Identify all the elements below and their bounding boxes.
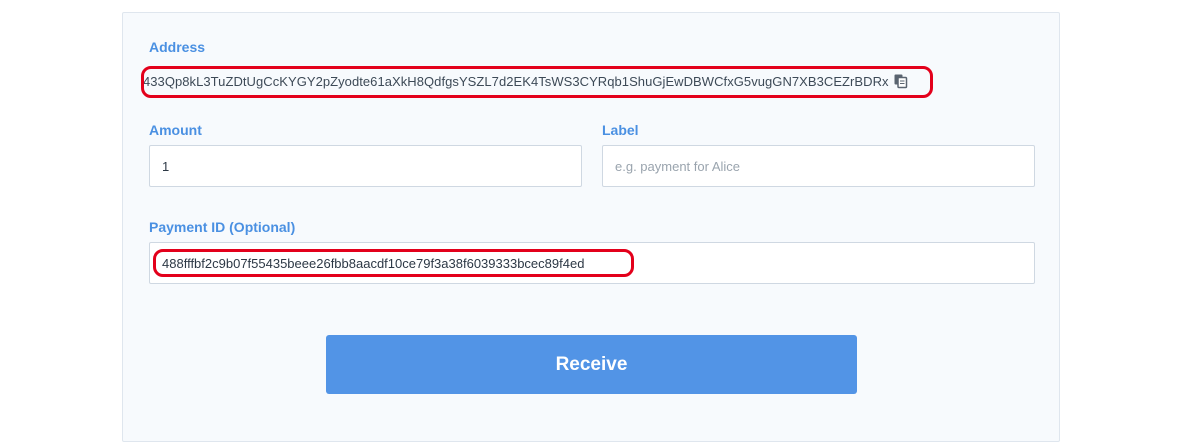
label-input[interactable] bbox=[602, 145, 1035, 187]
amount-label: Amount bbox=[149, 122, 202, 138]
payment-id-label: Payment ID (Optional) bbox=[149, 219, 296, 235]
label-label: Label bbox=[602, 122, 639, 138]
receive-button[interactable]: Receive bbox=[326, 335, 857, 394]
payment-id-input[interactable] bbox=[149, 242, 1035, 284]
amount-input[interactable] bbox=[149, 145, 582, 187]
copy-icon[interactable] bbox=[893, 73, 909, 89]
address-value: 433Qp8kL3TuZDtUgCcKYGY2pZyodte61aXkH8Qdf… bbox=[143, 73, 889, 89]
address-label: Address bbox=[149, 39, 206, 55]
receive-panel: Address 433Qp8kL3TuZDtUgCcKYGY2pZyodte61… bbox=[122, 12, 1060, 442]
address-row: 433Qp8kL3TuZDtUgCcKYGY2pZyodte61aXkH8Qdf… bbox=[143, 67, 909, 95]
